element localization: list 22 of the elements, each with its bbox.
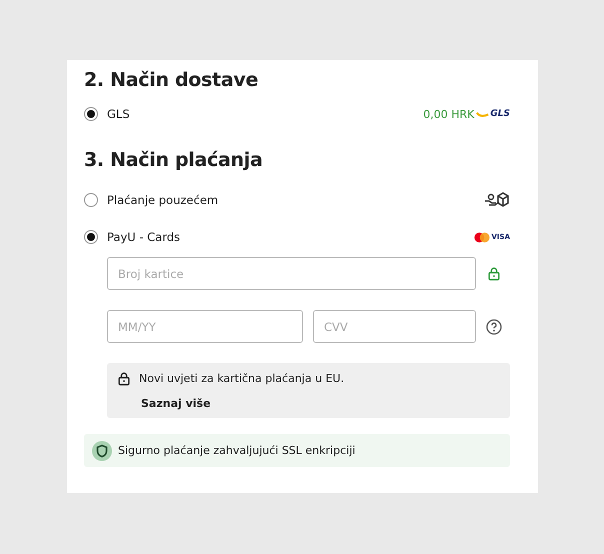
lock-icon: [486, 266, 502, 281]
option-label[interactable]: GLS: [107, 107, 424, 121]
learn-more-link[interactable]: Saznaj više: [141, 397, 211, 410]
radio-button[interactable]: [84, 193, 98, 207]
security-text: Sigurno plaćanje zahvaljujući SSL enkripciji: [118, 444, 356, 457]
hand-package-icon: [484, 192, 510, 208]
section-heading: 3. Način plaćanja: [84, 148, 264, 173]
card-brand-icon: [474, 232, 490, 242]
shield-icon: [92, 440, 112, 460]
lock-icon: [117, 371, 131, 386]
section-heading: 2. Način dostave: [84, 68, 260, 93]
price-text: 0,00 HRK: [423, 108, 474, 120]
option-label[interactable]: PayU - Cards: [107, 230, 474, 244]
card-number-field[interactable]: Broj kartice: [107, 257, 476, 290]
help-icon[interactable]: [486, 318, 502, 334]
option-label[interactable]: Plaćanje pouzećem: [107, 193, 484, 207]
carrier-logo: GLS: [476, 109, 510, 119]
radio-button[interactable]: [84, 107, 98, 121]
expiry-field[interactable]: MM/YY: [107, 310, 303, 343]
cvv-field[interactable]: CVV: [313, 310, 476, 343]
notice-text: Novi uvjeti za kartična plaćanja u EU.: [139, 372, 344, 385]
radio-button[interactable]: [84, 230, 98, 244]
